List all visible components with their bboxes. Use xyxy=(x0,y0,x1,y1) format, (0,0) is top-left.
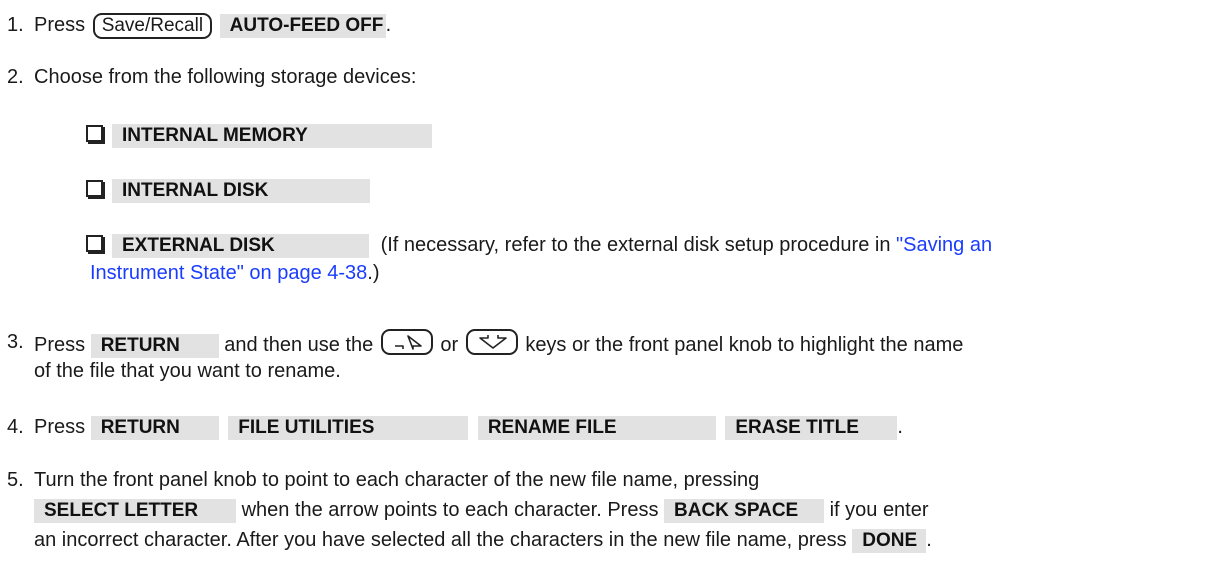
step-3-text-b: keys or the front panel knob to highligh… xyxy=(525,334,964,356)
step-text: Press RETURN FILE UTILITIES RENAME FILE … xyxy=(34,414,903,440)
saving-instrument-state-link[interactable]: "Saving an xyxy=(896,234,992,256)
up-arrow-key-icon xyxy=(380,329,433,355)
erase-title-softkey: ERASE TITLE xyxy=(725,416,898,440)
step-number: 5. xyxy=(7,469,24,491)
internal-disk-softkey: INTERNAL DISK xyxy=(112,179,370,203)
external-disk-softkey: EXTERNAL DISK xyxy=(112,234,369,258)
period: . xyxy=(385,14,392,36)
procedure-document: 1. Press Save/Recall AUTO-FEED OFF. 2. C… xyxy=(0,0,1229,569)
step-3-line-2: of the file that you want to rename. xyxy=(34,360,341,382)
press-label: Press xyxy=(34,334,86,356)
return-softkey: RETURN xyxy=(90,416,219,440)
rename-file-softkey: RENAME FILE xyxy=(477,416,716,440)
step-5-text-c: an incorrect character. After you have s… xyxy=(34,529,847,551)
file-utilities-softkey: FILE UTILITIES xyxy=(228,416,469,440)
period: . xyxy=(897,416,903,438)
period: . xyxy=(926,529,932,551)
done-softkey: DONE xyxy=(852,529,927,553)
step-3-text-a: and then use the xyxy=(224,334,374,356)
checkbox-icon xyxy=(86,235,103,252)
select-letter-softkey: SELECT LETTER xyxy=(34,499,236,523)
note-end: .) xyxy=(367,262,380,284)
internal-memory-softkey: INTERNAL MEMORY xyxy=(112,124,432,148)
step-text: Press RETURN and then use the or keys or… xyxy=(34,329,963,358)
step-number: 2. xyxy=(7,66,24,88)
step-number: 3. xyxy=(7,331,24,353)
auto-feed-off-softkey: AUTO-FEED OFF xyxy=(219,14,386,38)
back-space-softkey: BACK SPACE xyxy=(664,499,825,523)
press-label: Press xyxy=(34,416,86,438)
step-5-line-1: Turn the front panel knob to point to ea… xyxy=(34,469,760,491)
down-arrow-key-icon xyxy=(465,329,518,355)
external-disk-note: (If necessary, refer to the external dis… xyxy=(380,234,897,256)
step-number: 4. xyxy=(7,416,24,438)
step-text: Press Save/Recall AUTO-FEED OFF. xyxy=(34,12,391,39)
return-softkey: RETURN xyxy=(90,334,219,358)
step-text: Choose from the following storage device… xyxy=(34,66,417,88)
save-recall-key: Save/Recall xyxy=(92,13,213,39)
press-label: Press xyxy=(34,14,86,36)
saving-instrument-state-link-cont[interactable]: Instrument State" on page 4-38 xyxy=(90,262,367,284)
checkbox-icon xyxy=(86,180,103,197)
step-5-text-b: if you enter xyxy=(829,499,929,521)
step-number: 1. xyxy=(7,14,24,36)
checkbox-icon xyxy=(86,125,103,142)
step-5-text-a: when the arrow points to each character.… xyxy=(241,499,659,521)
or-label: or xyxy=(440,334,459,356)
